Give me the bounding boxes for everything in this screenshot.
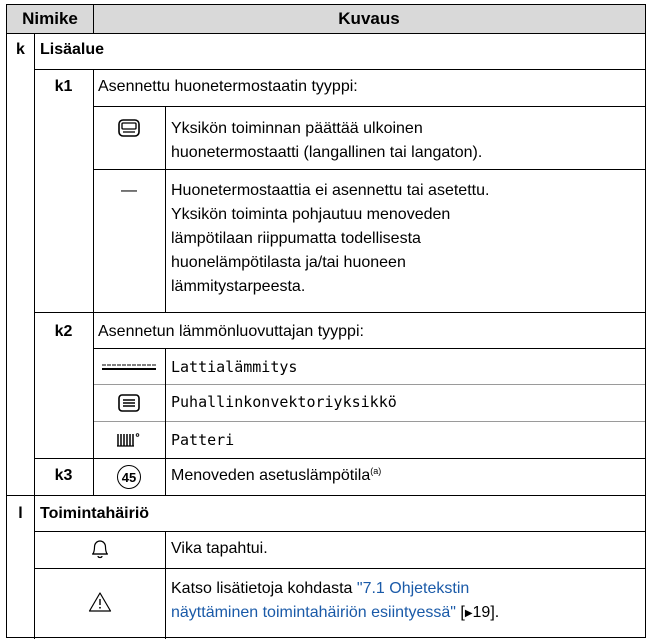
l-opt1-text: Vika tapahtui. <box>171 540 268 557</box>
room-thermostat-icon <box>93 108 165 148</box>
divider <box>34 33 35 495</box>
k3-footnote: (a) <box>370 466 382 476</box>
divider <box>34 495 35 639</box>
divider <box>165 531 166 639</box>
k1-opt2-line3: lämpötilaan riippumatta todellisesta <box>171 230 421 247</box>
section-l-title: Toimintahäiriö <box>40 505 150 522</box>
k1-opt1-line1: Yksikön toiminnan päättää ulkoinen <box>171 120 423 137</box>
l-opt2-prefix: Katso lisätietoja kohdasta <box>171 580 357 597</box>
header-nimike: Nimike <box>22 9 78 28</box>
k1-description: Asennettu huonetermostaatin tyyppi: <box>98 78 358 95</box>
divider <box>93 312 94 495</box>
radiator-icon <box>93 422 165 458</box>
divider <box>93 106 645 107</box>
page-ref-number[interactable]: 19 <box>473 604 491 621</box>
divider <box>93 5 94 33</box>
k1-opt2-line1: Huonetermostaattia ei asennettu tai aset… <box>171 182 490 199</box>
warning-icon <box>34 569 165 635</box>
k2-code: k2 <box>54 323 73 340</box>
divider <box>34 69 645 70</box>
divider <box>34 458 645 459</box>
section-k-letter: k <box>16 41 25 58</box>
flow-temperature-icon: 45 <box>93 459 165 495</box>
k1-opt2-line4: huonelämpötilasta ja/tai huoneen <box>171 254 406 271</box>
k3-description-text: Menoveden asetuslämpötila <box>171 467 371 484</box>
k3-description: Menoveden asetuslämpötila(a) <box>171 464 381 488</box>
divider <box>34 568 645 569</box>
troubleshooting-link-part1[interactable]: "7.1 Ohjetekstin <box>357 580 469 597</box>
divider <box>93 169 645 170</box>
section-k-title: Lisäalue <box>40 41 105 58</box>
divider <box>7 33 645 34</box>
dash-symbol: — <box>121 182 137 199</box>
divider <box>34 531 645 532</box>
k1-opt2-line2: Yksikön toiminta pohjautuu menoveden <box>171 206 451 223</box>
divider <box>93 348 645 349</box>
fan-coil-icon <box>93 385 165 421</box>
k1-opt1-line2: huonetermostaatti (langallinen tai langa… <box>171 144 483 161</box>
k2-description: Asennetun lämmönluovuttajan tyyppi: <box>98 323 364 340</box>
divider <box>93 421 645 422</box>
k2-opt2-label: Puhallinkonvektoriyksikkö <box>171 393 397 411</box>
divider <box>165 348 166 495</box>
divider <box>34 312 645 313</box>
k1-opt2-line5: lämmitystarpeesta. <box>171 278 306 295</box>
section-l-letter: l <box>18 505 23 522</box>
l-opt2-line2: näyttäminen toimintahäiriön esiintyessä"… <box>171 601 499 626</box>
parameter-table: Nimike Kuvaus k Lisäalue k1 Asennettu hu… <box>6 4 646 639</box>
k2-opt3-label: Patteri <box>171 431 235 449</box>
flow-temperature-value: 45 <box>121 469 137 485</box>
page-ref-close: ]. <box>490 604 500 621</box>
divider <box>93 384 645 385</box>
page-ref-arrow-icon: ▶ <box>464 608 473 619</box>
troubleshooting-link-part2[interactable]: näyttäminen toimintahäiriön esiintyessä" <box>171 604 456 621</box>
l-opt2-line1: Katso lisätietoja kohdasta "7.1 Ohjeteks… <box>171 577 469 601</box>
divider <box>93 106 94 312</box>
k1-code: k1 <box>54 78 73 95</box>
k2-opt1-label: Lattialämmitys <box>171 358 298 376</box>
divider <box>165 106 166 312</box>
k3-code: k3 <box>54 467 73 484</box>
underfloor-heating-icon <box>93 350 165 384</box>
divider <box>93 69 94 106</box>
page-ref-open: [ <box>455 604 465 621</box>
bell-icon <box>34 531 165 567</box>
divider <box>7 495 645 496</box>
header-kuvaus: Kuvaus <box>338 9 400 28</box>
